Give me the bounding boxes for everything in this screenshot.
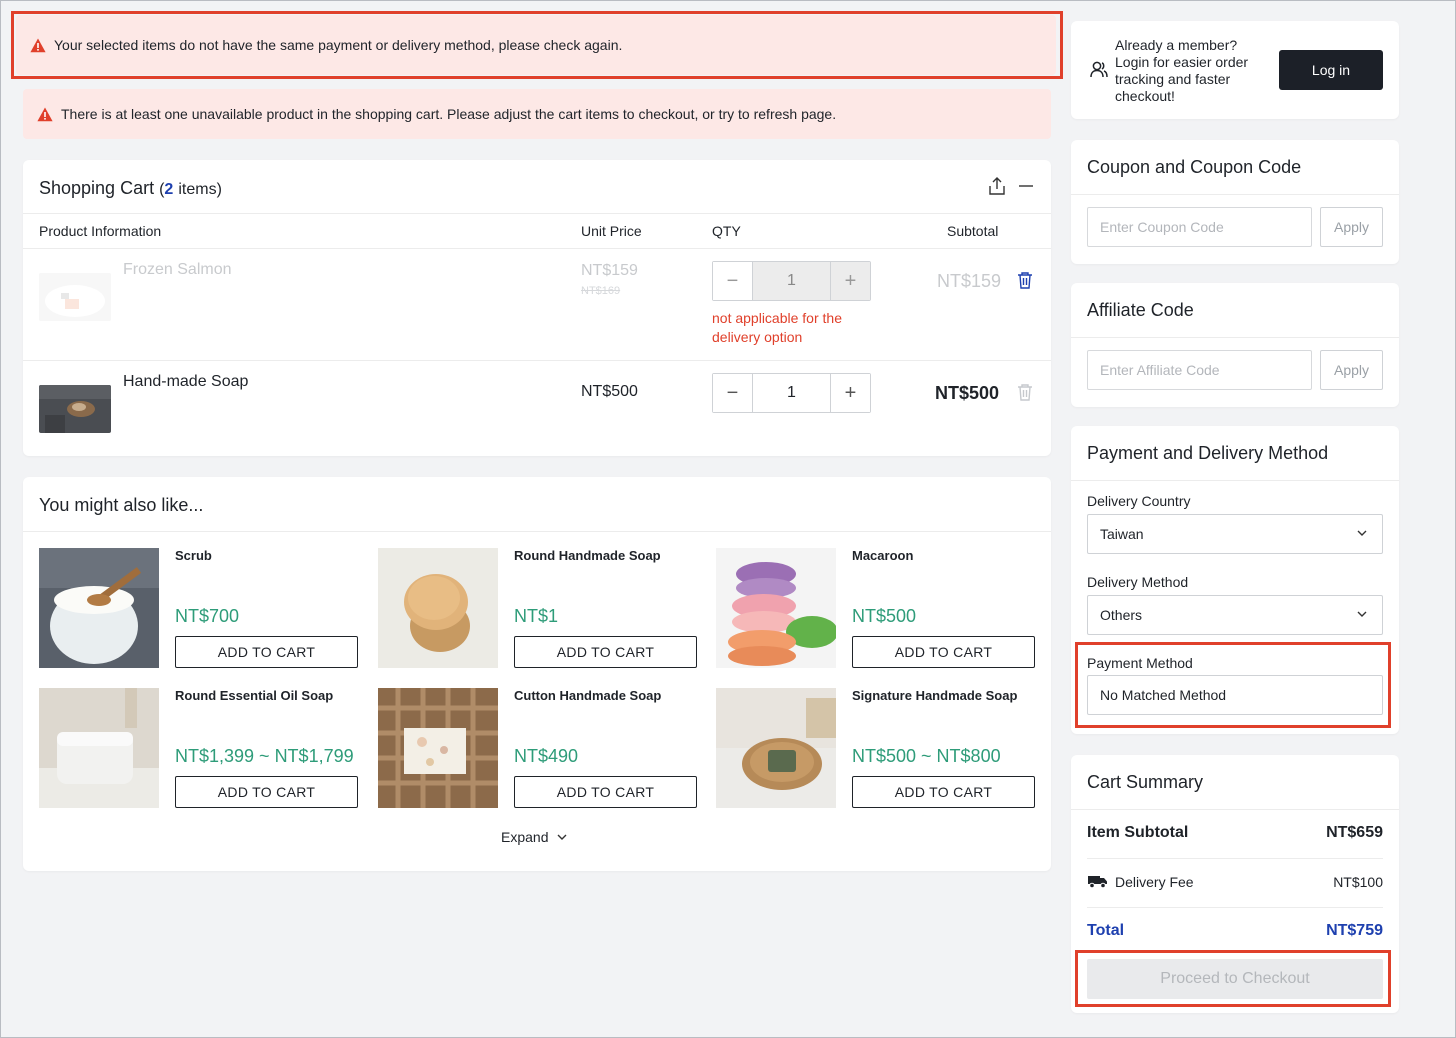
- item-subtotal: NT$159: [937, 271, 1002, 291]
- method-mismatch-alert: Your selected items do not have the same…: [16, 15, 1056, 75]
- product-image[interactable]: [39, 385, 111, 433]
- payment-method-field: No Matched Method: [1087, 675, 1383, 715]
- delivery-country-value: Taiwan: [1100, 526, 1144, 542]
- unit-price: NT$159: [581, 262, 638, 279]
- product-name[interactable]: Round Handmade Soap: [514, 548, 661, 563]
- affiliate-code-input[interactable]: Enter Affiliate Code: [1087, 350, 1312, 390]
- product-image[interactable]: [378, 548, 498, 668]
- add-to-cart-button[interactable]: ADD TO CART: [175, 776, 358, 808]
- decrease-button[interactable]: −: [713, 262, 752, 300]
- delivery-country-label: Delivery Country: [1087, 493, 1191, 509]
- add-to-cart-button[interactable]: ADD TO CART: [852, 776, 1035, 808]
- trash-icon[interactable]: [1017, 383, 1033, 401]
- shopping-cart-card: Shopping Cart (2 items) Product Informat…: [23, 160, 1051, 456]
- add-to-cart-button[interactable]: ADD TO CART: [175, 636, 358, 668]
- quantity-stepper: − 1 +: [712, 373, 871, 413]
- coupon-title: Coupon and Coupon Code: [1087, 157, 1302, 177]
- member-icon: [1090, 61, 1108, 83]
- product-price: NT$1,399 ~ NT$1,799: [175, 746, 354, 766]
- product-image[interactable]: [378, 688, 498, 808]
- affiliate-title: Affiliate Code: [1087, 300, 1194, 320]
- product-price: NT$700: [175, 606, 240, 626]
- alert-text: Your selected items do not have the same…: [54, 37, 623, 53]
- product-image[interactable]: [39, 688, 159, 808]
- payment-delivery-card: Payment and Delivery Method Delivery Cou…: [1071, 426, 1399, 734]
- delivery-country-select[interactable]: Taiwan: [1087, 514, 1383, 554]
- affiliate-card: Affiliate Code Enter Affiliate Code Appl…: [1071, 283, 1399, 407]
- total-value: NT$759: [1326, 922, 1383, 939]
- quantity-stepper: − 1 +: [712, 261, 871, 301]
- delivery-method-value: Others: [1100, 607, 1143, 623]
- login-message: Already a member? Login for easier order…: [1115, 37, 1249, 104]
- cart-title: Shopping Cart (2 items): [39, 178, 222, 198]
- product-name[interactable]: Signature Handmade Soap: [852, 688, 1017, 703]
- product-image[interactable]: [39, 273, 111, 321]
- trash-icon[interactable]: [1017, 271, 1033, 289]
- coupon-code-input[interactable]: Enter Coupon Code: [1087, 207, 1312, 247]
- total-label: Total: [1087, 922, 1125, 939]
- product-name[interactable]: Round Essential Oil Soap: [175, 688, 333, 703]
- add-to-cart-button[interactable]: ADD TO CART: [852, 636, 1035, 668]
- apply-coupon-button[interactable]: Apply: [1320, 207, 1383, 247]
- cart-summary-title: Cart Summary: [1087, 772, 1204, 792]
- item-subtotal: NT$500: [935, 383, 1000, 403]
- chevron-down-icon: [1357, 530, 1367, 536]
- payment-delivery-title: Payment and Delivery Method: [1087, 443, 1329, 463]
- product-image[interactable]: [716, 688, 836, 808]
- product-price: NT$500: [852, 606, 917, 626]
- quantity-value: 1: [752, 262, 831, 300]
- add-to-cart-button[interactable]: ADD TO CART: [514, 776, 697, 808]
- product-name[interactable]: Cutton Handmade Soap: [514, 688, 661, 703]
- delivery-method-label: Delivery Method: [1087, 574, 1189, 590]
- chevron-down-icon: [1357, 611, 1367, 617]
- item-subtotal-value: NT$659: [1326, 824, 1383, 841]
- increase-button[interactable]: +: [831, 374, 870, 412]
- share-icon[interactable]: [988, 176, 1006, 196]
- product-name[interactable]: Scrub: [175, 548, 212, 563]
- login-button[interactable]: Log in: [1279, 50, 1383, 90]
- product-name[interactable]: Hand-made Soap: [123, 373, 248, 391]
- unavailable-alert: There is at least one unavailable produc…: [23, 89, 1051, 139]
- payment-method-value: No Matched Method: [1100, 687, 1227, 703]
- expand-label: Expand: [501, 829, 549, 845]
- product-price: NT$500 ~ NT$800: [852, 746, 1001, 766]
- unit-price: NT$500: [581, 383, 638, 400]
- product-name[interactable]: Macaroon: [852, 548, 913, 563]
- item-subtotal-label: Item Subtotal: [1087, 824, 1189, 841]
- coupon-card: Coupon and Coupon Code Enter Coupon Code…: [1071, 140, 1399, 264]
- delivery-warning: not applicable for the delivery option: [712, 310, 842, 345]
- product-name[interactable]: Frozen Salmon: [123, 261, 232, 279]
- product-image[interactable]: [716, 548, 836, 668]
- expand-button[interactable]: Expand: [501, 829, 568, 845]
- cart-count: 2: [164, 181, 174, 198]
- header-subtotal: Subtotal: [947, 223, 999, 239]
- header-unit-price: Unit Price: [581, 223, 642, 239]
- recommendations-card: You might also like... Scrub NT$700 ADD …: [23, 477, 1051, 871]
- product-image[interactable]: [39, 548, 159, 668]
- product-price: NT$1: [514, 606, 559, 626]
- delivery-fee-value: NT$100: [1333, 874, 1383, 890]
- login-card: Already a member? Login for easier order…: [1071, 21, 1399, 119]
- warning-icon: [37, 107, 53, 121]
- chevron-down-icon: [557, 834, 567, 840]
- apply-affiliate-button[interactable]: Apply: [1320, 350, 1383, 390]
- warning-icon: [30, 38, 46, 52]
- alert-text: There is at least one unavailable produc…: [61, 106, 837, 122]
- header-qty: QTY: [712, 223, 741, 239]
- header-product: Product Information: [39, 223, 162, 239]
- payment-method-label: Payment Method: [1087, 655, 1193, 671]
- add-to-cart-button[interactable]: ADD TO CART: [514, 636, 697, 668]
- original-price: NT$169: [581, 285, 621, 297]
- delivery-fee-label: Delivery Fee: [1115, 874, 1194, 890]
- quantity-value[interactable]: 1: [752, 374, 831, 412]
- truck-icon: [1088, 874, 1108, 894]
- collapse-icon[interactable]: [1017, 177, 1035, 195]
- proceed-to-checkout-button[interactable]: Proceed to Checkout: [1087, 959, 1383, 999]
- cart-summary-card: Cart Summary Item Subtotal NT$659 Delive…: [1071, 755, 1399, 1013]
- delivery-method-select[interactable]: Others: [1087, 595, 1383, 635]
- product-price: NT$490: [514, 746, 579, 766]
- recommendations-title: You might also like...: [39, 495, 204, 515]
- increase-button[interactable]: +: [831, 262, 870, 300]
- decrease-button[interactable]: −: [713, 374, 752, 412]
